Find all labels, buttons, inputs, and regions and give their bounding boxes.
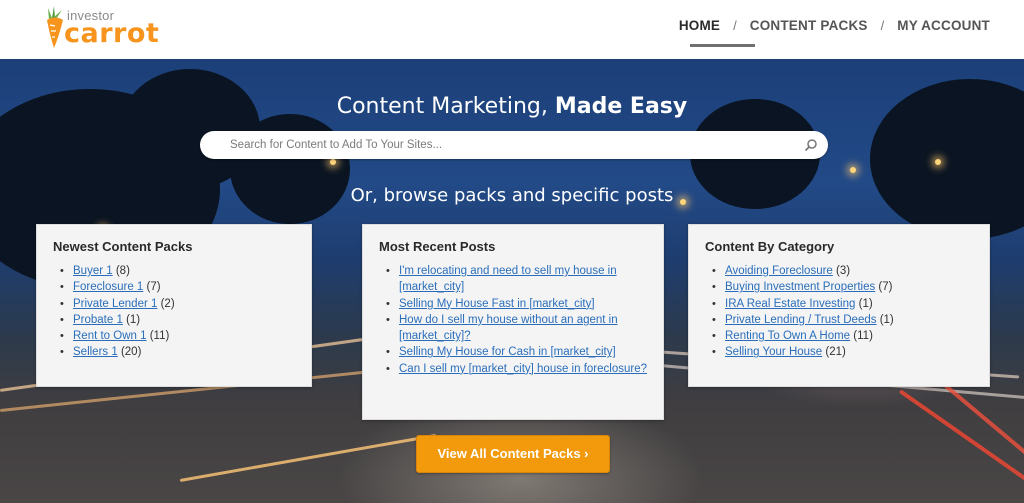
list-item: Can I sell my [market_city] house in for…	[379, 361, 647, 378]
search-icon[interactable]	[804, 138, 818, 152]
category-list: Avoiding Foreclosure (3) Buying Investme…	[705, 263, 973, 361]
card-title: Newest Content Packs	[53, 239, 193, 254]
content-by-category-card: Content By Category Avoiding Foreclosure…	[688, 224, 990, 387]
street-light	[330, 159, 336, 165]
nav-my-account[interactable]: MY ACCOUNT	[897, 18, 990, 33]
item-count: (21)	[825, 346, 846, 359]
category-link[interactable]: Avoiding Foreclosure	[725, 265, 833, 277]
site-header: investor carrot HOME / CONTENT PACKS / M…	[0, 0, 1024, 59]
hero-title-regular: Content Marketing,	[336, 94, 555, 119]
category-link[interactable]: Renting To Own A Home	[725, 330, 850, 342]
item-count: (1)	[126, 313, 141, 326]
item-count: (11)	[149, 330, 170, 343]
street-light	[935, 159, 941, 165]
content-search-bar	[200, 131, 828, 159]
item-count: (8)	[115, 265, 130, 277]
list-item: Selling My House Fast in [market_city]	[379, 296, 647, 313]
hero-title: Content Marketing, Made Easy	[0, 94, 1024, 119]
list-item: Selling My House for Cash in [market_cit…	[379, 344, 647, 361]
newest-content-packs-card: Newest Content Packs Buyer 1 (8) Foreclo…	[36, 224, 312, 387]
pack-link[interactable]: Sellers 1	[73, 346, 118, 358]
pack-link[interactable]: Foreclosure 1	[73, 281, 143, 293]
category-link[interactable]: Private Lending / Trust Deeds	[725, 314, 877, 326]
item-count: (1)	[858, 297, 873, 310]
item-count: (1)	[879, 313, 894, 326]
list-item: I'm relocating and need to sell my house…	[379, 263, 647, 296]
light-streak	[938, 379, 1024, 503]
card-title: Most Recent Posts	[379, 239, 496, 254]
post-link[interactable]: Selling My House for Cash in [market_cit…	[399, 346, 616, 358]
post-link[interactable]: Can I sell my [market_city] house in for…	[399, 363, 647, 375]
most-recent-posts-card: Most Recent Posts I'm relocating and nee…	[362, 224, 664, 420]
pack-link[interactable]: Probate 1	[73, 314, 123, 326]
card-title: Content By Category	[705, 239, 835, 254]
post-link[interactable]: How do I sell my house without an agent …	[399, 314, 618, 342]
nav-content-packs[interactable]: CONTENT PACKS	[750, 18, 868, 33]
category-link[interactable]: Selling Your House	[725, 346, 822, 358]
hero-title-bold: Made Easy	[554, 94, 688, 119]
list-item: Buying Investment Properties (7)	[705, 279, 973, 296]
list-item: Probate 1 (1)	[53, 312, 295, 329]
newest-packs-list: Buyer 1 (8) Foreclosure 1 (7) Private Le…	[53, 263, 295, 361]
nav-separator: /	[880, 18, 885, 33]
item-count: (11)	[853, 330, 873, 343]
list-item: Foreclosure 1 (7)	[53, 279, 295, 296]
nav-separator: /	[733, 18, 737, 33]
nav-active-underline	[690, 44, 755, 47]
list-item: Rent to Own 1 (11)	[53, 328, 295, 345]
item-count: (3)	[836, 265, 851, 277]
recent-posts-list: I'm relocating and need to sell my house…	[379, 263, 647, 377]
list-item: Private Lending / Trust Deeds (1)	[705, 312, 973, 329]
street-light	[850, 167, 856, 173]
list-item: IRA Real Estate Investing (1)	[705, 296, 973, 313]
category-link[interactable]: IRA Real Estate Investing	[725, 298, 855, 310]
list-item: Renting To Own A Home (11)	[705, 328, 973, 345]
view-all-content-packs-button[interactable]: View All Content Packs ›	[416, 435, 610, 473]
list-item: Avoiding Foreclosure (3)	[705, 263, 973, 280]
hero-subtitle: Or, browse packs and specific posts	[350, 185, 674, 206]
list-item: Selling Your House (21)	[705, 344, 973, 361]
item-count: (7)	[878, 281, 893, 294]
pack-link[interactable]: Buyer 1	[73, 265, 113, 277]
investor-carrot-logo[interactable]: investor carrot	[40, 6, 180, 50]
item-count: (2)	[160, 297, 175, 310]
post-link[interactable]: I'm relocating and need to sell my house…	[399, 265, 617, 293]
list-item: How do I sell my house without an agent …	[379, 312, 647, 345]
logo-text-carrot: carrot	[64, 18, 160, 49]
list-item: Buyer 1 (8)	[53, 263, 295, 280]
pack-link[interactable]: Rent to Own 1	[73, 330, 147, 342]
light-streak	[179, 433, 437, 482]
hero-section: Content Marketing, Made Easy Or, browse …	[0, 59, 1024, 503]
pack-link[interactable]: Private Lender 1	[73, 298, 157, 310]
light-streak	[898, 389, 1024, 503]
main-nav: HOME / CONTENT PACKS / MY ACCOUNT	[679, 18, 990, 33]
item-count: (20)	[120, 346, 142, 359]
list-item: Private Lender 1 (2)	[53, 296, 295, 313]
item-count: (7)	[146, 281, 161, 294]
nav-home[interactable]: HOME	[679, 18, 720, 33]
content-search-input[interactable]	[230, 131, 790, 159]
list-item: Sellers 1 (20)	[53, 344, 295, 361]
category-link[interactable]: Buying Investment Properties	[725, 281, 875, 293]
post-link[interactable]: Selling My House Fast in [market_city]	[399, 298, 595, 310]
